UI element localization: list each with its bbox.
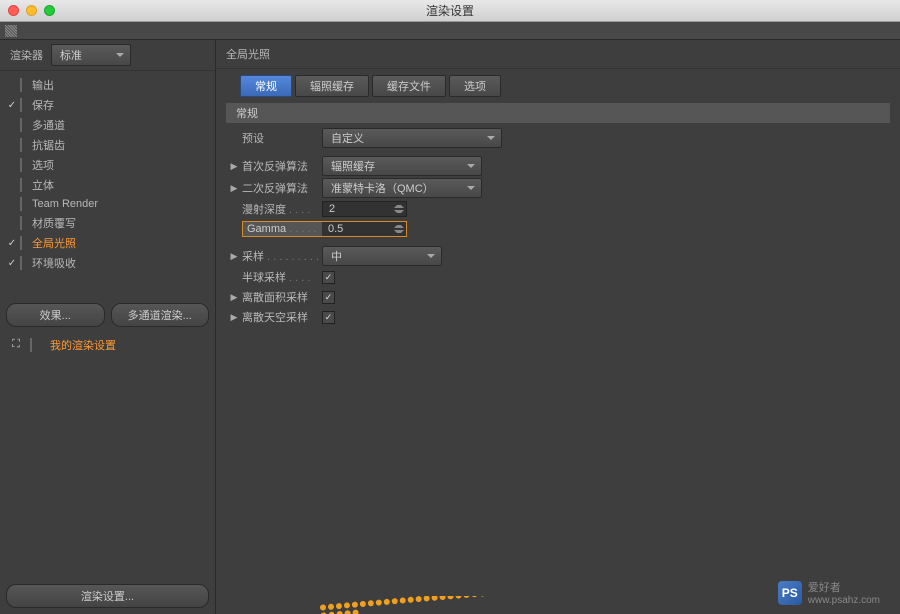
discrete-area-checkbox[interactable]: ✓ <box>322 291 335 304</box>
tabs-row: 常规 辐照缓存 缓存文件 选项 <box>216 69 900 101</box>
effect-buttons-row: 效果... 多通道渲染... <box>0 297 215 333</box>
tab-cache-files[interactable]: 缓存文件 <box>372 75 446 97</box>
samples-dropdown[interactable]: 中 <box>322 246 442 266</box>
category-antialiasing[interactable]: 抗锯齿 <box>0 135 215 155</box>
preset-row: 预设 自定义 <box>226 127 890 149</box>
texture-icon[interactable] <box>5 25 17 37</box>
diffuse-depth-input[interactable]: 2 <box>322 201 407 217</box>
hemispherical-row: 半球采样 . . . . ✓ <box>226 267 890 287</box>
left-sidebar: 渲染器 标准 输出 ✓ 保存 多通道 <box>0 40 216 614</box>
watermark-logo: PS <box>778 581 802 605</box>
category-global-illumination[interactable]: ✓ 全局光照 <box>0 233 215 253</box>
renderer-dropdown[interactable]: 标准 <box>51 44 131 66</box>
checkbox-icon[interactable]: ✓ <box>4 238 20 249</box>
discrete-area-row: ▶ 离散面积采样 ✓ <box>226 287 890 307</box>
window-titlebar: 渲染设置 <box>0 0 900 22</box>
hemispherical-checkbox[interactable]: ✓ <box>322 271 335 284</box>
category-ambient-occlusion[interactable]: ✓ 环境吸收 <box>0 253 215 273</box>
toolbar <box>0 22 900 40</box>
discrete-sky-checkbox[interactable]: ✓ <box>322 311 335 324</box>
window-title: 渲染设置 <box>426 2 474 19</box>
panel-title: 全局光照 <box>216 40 900 69</box>
tab-irradiance-cache[interactable]: 辐照缓存 <box>295 75 369 97</box>
tab-general[interactable]: 常规 <box>240 75 292 97</box>
preset-expand-icon: ⛶ <box>10 339 22 351</box>
minimize-button[interactable] <box>26 5 37 16</box>
right-panel: 全局光照 常规 辐照缓存 缓存文件 选项 常规 预设 自定义 ▶ 首次反弹算法 <box>216 40 900 614</box>
disclosure-icon[interactable]: ▶ <box>226 183 242 194</box>
bottom-button-row: 渲染设置... <box>0 578 215 614</box>
primary-method-dropdown[interactable]: 辐照缓存 <box>322 156 482 176</box>
samples-row: ▶ 采样 . . . . . . . . . 中 <box>226 245 890 267</box>
settings-area: 预设 自定义 ▶ 首次反弹算法 辐照缓存 ▶ 二次反弹算法 准蒙特卡洛（Q <box>216 125 900 329</box>
disclosure-icon[interactable]: ▶ <box>226 292 242 303</box>
primary-method-row: ▶ 首次反弹算法 辐照缓存 <box>226 155 890 177</box>
close-button[interactable] <box>8 5 19 16</box>
effect-button[interactable]: 效果... <box>6 303 105 327</box>
checkbox-icon[interactable]: ✓ <box>4 258 20 269</box>
category-multipass[interactable]: 多通道 <box>0 115 215 135</box>
renderer-selector-row: 渲染器 标准 <box>0 40 215 71</box>
gamma-row: Gamma . . . . . 0.5 <box>226 219 890 239</box>
my-preset-row[interactable]: ⛶ 我的渲染设置 <box>0 333 215 357</box>
watermark: PS 爱好者 www.psahz.com <box>778 579 880 606</box>
render-settings-button[interactable]: 渲染设置... <box>6 584 209 608</box>
diffuse-depth-row: 漫射深度 . . . . 2 <box>226 199 890 219</box>
tab-options[interactable]: 选项 <box>449 75 501 97</box>
background-decoration <box>320 596 520 614</box>
disclosure-icon[interactable]: ▶ <box>226 251 242 262</box>
renderer-label: 渲染器 <box>10 47 43 63</box>
category-material-override[interactable]: 材质覆写 <box>0 213 215 233</box>
category-team-render[interactable]: Team Render <box>0 195 215 213</box>
spinner-icon[interactable] <box>394 203 404 215</box>
category-options[interactable]: 选项 <box>0 155 215 175</box>
category-list: 输出 ✓ 保存 多通道 抗锯齿 选项 <box>0 71 215 297</box>
maximize-button[interactable] <box>44 5 55 16</box>
traffic-lights <box>8 5 55 16</box>
spinner-icon[interactable] <box>394 223 404 235</box>
disclosure-icon[interactable]: ▶ <box>226 161 242 172</box>
category-stereo[interactable]: 立体 <box>0 175 215 195</box>
category-output[interactable]: 输出 <box>0 75 215 95</box>
secondary-method-dropdown[interactable]: 准蒙特卡洛（QMC） <box>322 178 482 198</box>
disclosure-icon[interactable]: ▶ <box>226 312 242 323</box>
multipass-button[interactable]: 多通道渲染... <box>111 303 210 327</box>
discrete-sky-row: ▶ 离散天空采样 ✓ <box>226 307 890 327</box>
secondary-method-row: ▶ 二次反弹算法 准蒙特卡洛（QMC） <box>226 177 890 199</box>
section-header: 常规 <box>226 103 890 123</box>
checkbox-icon[interactable]: ✓ <box>4 100 20 111</box>
category-save[interactable]: ✓ 保存 <box>0 95 215 115</box>
gamma-input[interactable]: 0.5 <box>322 221 407 237</box>
preset-dropdown[interactable]: 自定义 <box>322 128 502 148</box>
